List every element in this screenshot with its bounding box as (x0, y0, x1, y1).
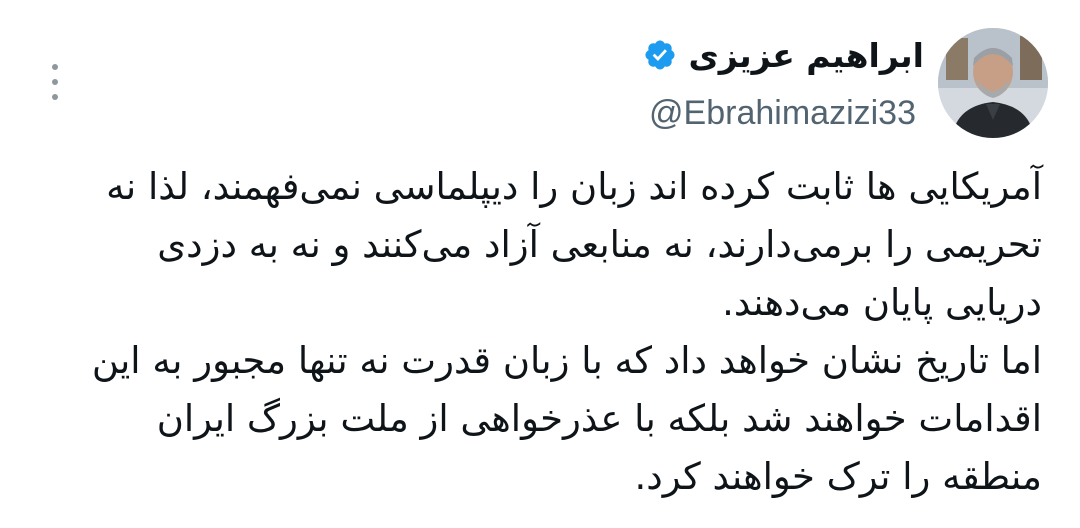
author-handle[interactable]: @Ebrahimazizi33 (649, 94, 916, 133)
tweet-text-line: اقدامات خواهند شد بلکه با عذرخواهی از مل… (156, 397, 1042, 440)
tweet-text: آمریکایی ها ثابت کرده اند زبان را دیپلما… (32, 158, 1042, 506)
author-name-row: ابراهیم عزیزی (643, 30, 925, 80)
profile-photo (938, 28, 1048, 138)
more-dot (52, 79, 58, 85)
author-display-name[interactable]: ابراهیم عزیزی (689, 36, 925, 75)
tweet-text-line: اما تاریخ نشان خواهد داد که با زبان قدرت… (91, 339, 1042, 382)
tweet-text-line: آمریکایی ها ثابت کرده اند زبان را دیپلما… (106, 165, 1042, 208)
tweet-text-line: دریایی پایان می‌دهند. (722, 281, 1042, 324)
tweet-text-line: منطقه را ترک خواهند کرد. (634, 455, 1042, 498)
avatar[interactable] (938, 28, 1048, 138)
tweet-text-line: تحریمی را برمی‌دارند، نه منابعی آزاد می‌… (157, 223, 1042, 266)
more-dot (52, 94, 58, 100)
more-dot (52, 64, 58, 70)
more-options-icon[interactable] (44, 64, 66, 100)
verified-badge-icon (644, 40, 675, 70)
